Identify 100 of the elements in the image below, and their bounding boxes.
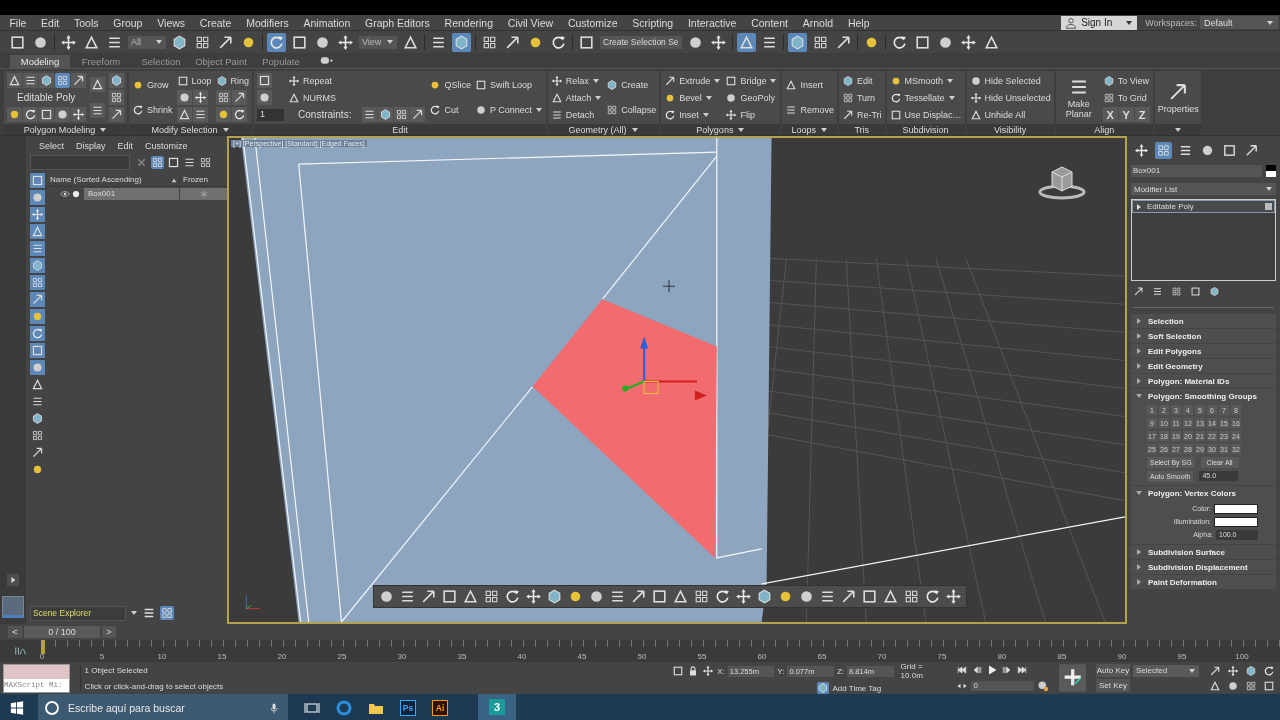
menu-item[interactable]: Animation bbox=[296, 16, 358, 29]
tool-button[interactable]: Remove bbox=[785, 102, 834, 118]
tool-button[interactable]: Detach bbox=[550, 107, 595, 122]
menu-item[interactable]: Customize bbox=[142, 141, 191, 151]
tool-button[interactable]: Unhide All bbox=[969, 107, 1026, 122]
tool-button[interactable]: Grow bbox=[132, 77, 169, 93]
next-frame-button[interactable]: > bbox=[102, 626, 116, 638]
tool-button[interactable]: MSmooth bbox=[889, 73, 955, 88]
menu-item[interactable]: Rendering bbox=[437, 16, 501, 29]
menu-item[interactable]: Tools bbox=[66, 16, 106, 29]
tool-button[interactable]: Attach bbox=[550, 90, 603, 105]
rollout-header[interactable]: Soft Selection bbox=[1131, 329, 1276, 343]
tool-button[interactable]: Repeat bbox=[288, 73, 333, 88]
tool-button[interactable]: QSlice bbox=[429, 77, 471, 93]
column-header[interactable]: Name (Sorted Ascending) bbox=[48, 175, 171, 184]
tool-button[interactable]: Cut bbox=[429, 102, 459, 118]
tool-button[interactable]: Inset bbox=[664, 107, 710, 122]
tool-button[interactable]: Turn bbox=[841, 90, 876, 105]
tool-button[interactable]: GeoPoly bbox=[725, 90, 775, 105]
tool-button[interactable]: Use Displac… bbox=[889, 107, 962, 122]
rollout-header[interactable]: Subdivision Displacement bbox=[1131, 560, 1276, 574]
panel-menu[interactable]: Polygons bbox=[661, 124, 781, 135]
rollout-header[interactable]: Polygon: Smoothing Groups bbox=[1131, 389, 1276, 403]
rollout-header[interactable]: Polygon: Material IDs bbox=[1131, 374, 1276, 388]
stack-item[interactable]: Editable Poly bbox=[1132, 200, 1275, 213]
ribbon-tab[interactable]: Selection bbox=[132, 55, 190, 68]
ribbon-tab[interactable]: Modeling bbox=[10, 55, 70, 68]
tool-button[interactable]: Create bbox=[606, 77, 649, 93]
tool-button[interactable]: Bridge bbox=[725, 73, 778, 88]
menu-item[interactable]: Edit bbox=[33, 16, 67, 29]
tool-button[interactable]: P Connect bbox=[474, 102, 543, 118]
menu-item[interactable]: Arnold bbox=[795, 16, 841, 29]
menu-item[interactable]: Customize bbox=[560, 16, 625, 29]
menu-item[interactable]: Edit bbox=[114, 141, 137, 151]
menu-item[interactable]: Group bbox=[105, 16, 150, 29]
ribbon-tab[interactable]: Object Paint bbox=[192, 55, 250, 68]
menu-item[interactable]: Views bbox=[149, 16, 193, 29]
tool-button[interactable]: Extrude bbox=[664, 73, 722, 88]
rollout-header[interactable]: Selection bbox=[1131, 314, 1276, 328]
app-icon[interactable]: Ai bbox=[432, 700, 448, 716]
tool-button[interactable]: Collapse bbox=[606, 102, 657, 118]
explorer-selector[interactable]: Scene Explorer bbox=[30, 605, 126, 621]
rollout-header[interactable]: Paint Deformation bbox=[1131, 575, 1276, 589]
menu-item[interactable]: Create bbox=[192, 16, 239, 29]
set-key-button[interactable]: Set Key bbox=[1096, 679, 1130, 692]
panel-menu[interactable]: Modify Selection bbox=[129, 124, 253, 135]
auto-key-button[interactable]: Auto Key bbox=[1096, 664, 1130, 677]
menu-item[interactable]: Content bbox=[743, 16, 796, 29]
rollout-header[interactable]: Edit Polygons bbox=[1131, 344, 1276, 358]
tool-button[interactable]: Insert bbox=[785, 77, 823, 93]
spinner-field[interactable]: 1 bbox=[257, 108, 285, 121]
tool-button[interactable]: Ring bbox=[215, 73, 250, 88]
app-icon[interactable]: Ps bbox=[400, 700, 416, 716]
axis-button[interactable]: X bbox=[1102, 107, 1118, 122]
rollout-header[interactable]: Subdivision Surface bbox=[1131, 545, 1276, 559]
previous-frame-button[interactable]: < bbox=[8, 626, 22, 638]
tool-button[interactable]: Loop bbox=[176, 73, 212, 88]
tool-button[interactable]: Hide Unselected bbox=[969, 90, 1051, 105]
workspaces-dropdown[interactable]: Default bbox=[1200, 16, 1278, 29]
menu-item[interactable]: Select bbox=[36, 141, 67, 151]
tool-button[interactable]: Shrink bbox=[132, 102, 173, 118]
tool-button[interactable]: Bevel bbox=[664, 90, 713, 105]
menu-item[interactable]: Display bbox=[73, 141, 109, 151]
key-mode-dropdown[interactable]: Selected bbox=[1133, 664, 1199, 677]
menu-item[interactable]: Civil View bbox=[500, 16, 561, 29]
menu-item[interactable]: Help bbox=[840, 16, 877, 29]
sign-in-dropdown[interactable]: Sign In bbox=[1061, 15, 1138, 30]
panel-menu[interactable]: Geometry (All) bbox=[547, 124, 660, 135]
add-time-tag-button[interactable]: Add Time Tag bbox=[816, 682, 882, 694]
tool-button[interactable]: Tessellate bbox=[889, 90, 956, 105]
frame-field[interactable]: 0 bbox=[970, 681, 1034, 691]
tool-button[interactable]: Edit bbox=[841, 73, 873, 88]
tool-button[interactable]: Relax bbox=[550, 73, 600, 88]
rollout-header[interactable]: Polygon: Vertex Colors bbox=[1131, 486, 1276, 500]
rollout-header[interactable]: Edit Geometry bbox=[1131, 359, 1276, 373]
time-slider-thumb[interactable]: 0 / 100 bbox=[24, 626, 100, 638]
menu-item[interactable]: File bbox=[2, 16, 34, 29]
toolbar-dropdown[interactable]: All bbox=[128, 35, 166, 49]
menu-item[interactable]: Scripting bbox=[624, 16, 681, 29]
menu-item[interactable]: Interactive bbox=[680, 16, 744, 29]
tool-button[interactable]: Properties bbox=[1157, 81, 1198, 114]
menu-item[interactable]: Graph Editors bbox=[357, 16, 438, 29]
object-name-field[interactable]: Box001 bbox=[1131, 165, 1262, 177]
tool-button[interactable]: To Grid bbox=[1102, 90, 1147, 105]
tool-button[interactable]: Hide Selected bbox=[969, 73, 1041, 88]
axis-button[interactable]: Y bbox=[1118, 107, 1134, 122]
toolbar-dropdown[interactable]: View bbox=[359, 35, 397, 49]
tool-button[interactable]: NURMS bbox=[288, 90, 337, 105]
taskbar-search-field[interactable]: Escribe aquí para buscar bbox=[38, 694, 288, 720]
selection-set-field[interactable]: Create Selection Se bbox=[600, 35, 682, 49]
ribbon-tab[interactable]: Freeform bbox=[72, 55, 130, 68]
tool-button[interactable]: To View bbox=[1102, 73, 1149, 88]
tool-button[interactable]: Swift Loop bbox=[474, 77, 532, 93]
object-name[interactable]: Box001 bbox=[84, 187, 179, 200]
menu-item[interactable]: Modifiers bbox=[238, 16, 297, 29]
modifier-list-dropdown[interactable]: Modifier List bbox=[1131, 183, 1276, 195]
ribbon-tab[interactable]: Populate bbox=[252, 55, 310, 68]
axis-button[interactable]: Z bbox=[1134, 107, 1150, 122]
tool-button[interactable]: Re-Tri bbox=[841, 107, 882, 122]
tool-button[interactable]: Make Planar bbox=[1058, 76, 1099, 119]
